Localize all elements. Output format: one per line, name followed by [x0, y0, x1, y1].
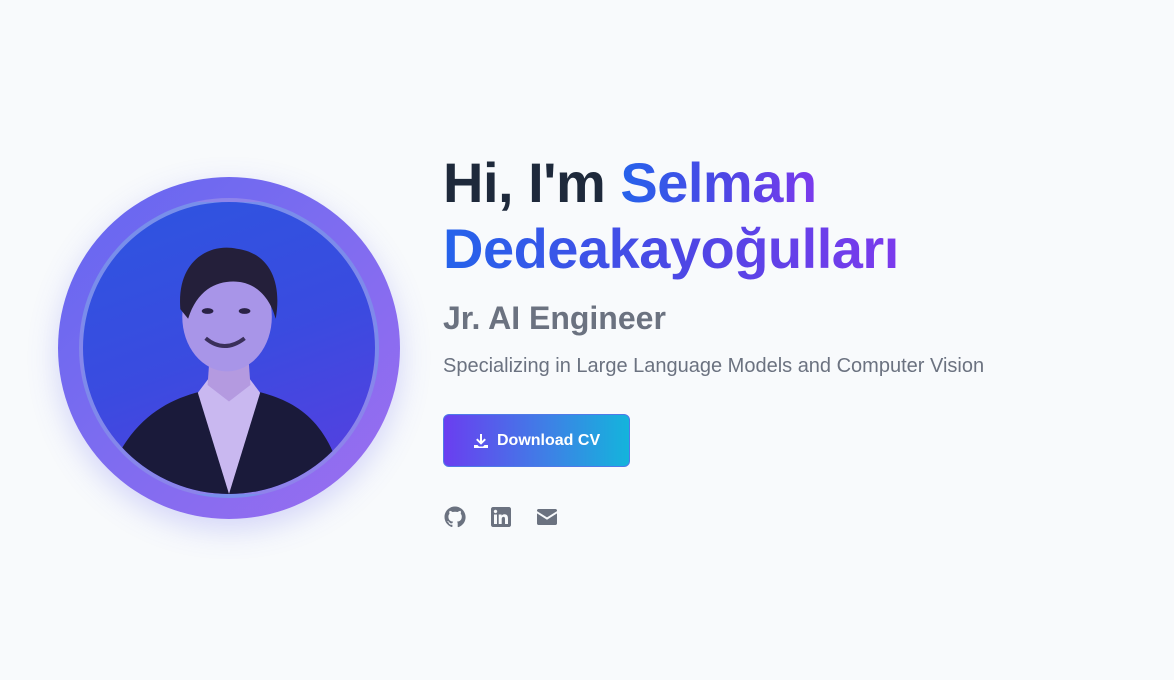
profile-photo: [102, 247, 346, 494]
linkedin-link[interactable]: [489, 505, 513, 529]
avatar-ring: [58, 177, 400, 519]
download-cv-button[interactable]: Download CV: [443, 414, 631, 467]
tagline: Specializing in Large Language Models an…: [443, 355, 985, 377]
download-icon: [474, 433, 488, 448]
mail-icon: [537, 509, 557, 525]
download-cv-label: Download CV: [497, 431, 601, 449]
email-link[interactable]: [535, 505, 559, 529]
linkedin-icon: [491, 507, 511, 527]
name-first: Selman: [620, 151, 817, 214]
github-link[interactable]: [443, 505, 467, 529]
hero-content: Hi, I'm Selman Dedeakayoğulları Jr. AI E…: [443, 150, 1143, 529]
hero-section: Hi, I'm Selman Dedeakayoğulları Jr. AI E…: [0, 0, 1174, 680]
github-icon: [444, 506, 466, 528]
job-title: Jr. AI Engineer: [443, 300, 666, 336]
name-last: Dedeakayoğulları: [443, 217, 899, 280]
greeting-text: Hi, I'm: [443, 151, 621, 214]
page-title: Hi, I'm Selman Dedeakayoğulları: [443, 150, 1143, 282]
avatar: [79, 198, 379, 498]
social-links: [443, 505, 1143, 529]
